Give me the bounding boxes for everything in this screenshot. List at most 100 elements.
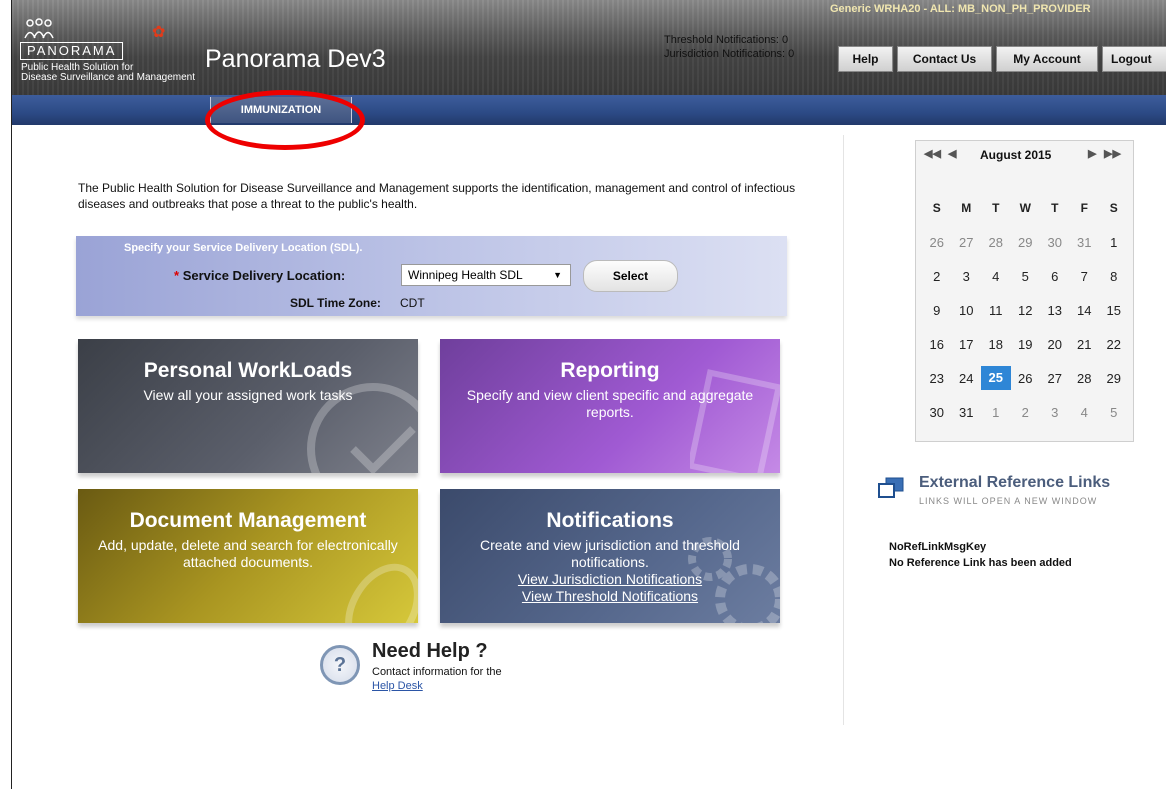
calendar-day[interactable]: 29 [1099, 371, 1129, 386]
calendar-day[interactable]: 20 [1040, 337, 1070, 352]
sdl-dropdown[interactable]: Winnipeg Health SDL ▼ [401, 264, 571, 286]
dow-tue: T [992, 201, 1000, 215]
sdl-panel: Specify your Service Delivery Location (… [76, 236, 787, 316]
calendar-week-row: 2345678 [922, 259, 1129, 293]
sdl-label: * Service Delivery Location: [174, 268, 345, 283]
calendar-day[interactable]: 31 [1070, 235, 1100, 250]
calendar-day[interactable]: 1 [1099, 235, 1129, 250]
jurisdiction-notifications-count[interactable]: Jurisdiction Notifications: 0 [664, 48, 794, 60]
help-question-icon[interactable]: ? [320, 645, 360, 685]
calendar-day[interactable]: 16 [922, 337, 952, 352]
people-logo-icon [24, 18, 54, 44]
calendar-day[interactable]: 31 [952, 405, 982, 420]
calendar-week-row: 30 31 1 2 3 4 5 [922, 395, 1129, 429]
calendar-month-title: August 2015 [980, 148, 1052, 162]
external-links-subtitle: LINKS WILL OPEN A NEW WINDOW [919, 496, 1098, 506]
calendar-day[interactable]: 4 [981, 269, 1011, 284]
calendar-day[interactable]: 23 [922, 371, 952, 386]
calendar-day[interactable]: 26 [922, 235, 952, 250]
tz-label: SDL Time Zone: [290, 296, 381, 310]
dow-thu: T [1051, 201, 1059, 215]
calendar-day[interactable]: 28 [1070, 371, 1100, 386]
app-frame: ✿ PANORAMA Public Health Solution for Di… [11, 0, 1166, 789]
calendar-day[interactable]: 5 [1011, 269, 1041, 284]
calendar-day[interactable]: 14 [1070, 303, 1100, 318]
next-year-icon[interactable]: ▶▶ [1104, 147, 1121, 160]
calendar-day[interactable]: 30 [922, 405, 952, 420]
calendar-widget: ◀◀ ◀ August 2015 ▶ ▶▶ S M T W T F S 26 27… [915, 140, 1134, 442]
calendar-day[interactable]: 12 [1011, 303, 1041, 318]
calendar-day[interactable]: 26 [1011, 371, 1041, 386]
calendar-day[interactable]: 2 [1011, 405, 1041, 420]
tile-document-management[interactable]: Document Management Add, update, delete … [78, 489, 418, 623]
calendar-day[interactable]: 8 [1099, 269, 1129, 284]
external-window-icon [878, 477, 904, 498]
gears-icon [688, 537, 780, 623]
help-desk-link[interactable]: Help Desk [372, 680, 423, 692]
calendar-day[interactable]: 10 [952, 303, 982, 318]
logo-tagline-line2: Disease Surveillance and Management [21, 72, 195, 83]
ref-link-key: NoRefLinkMsgKey [889, 541, 987, 553]
calendar-day[interactable]: 29 [1011, 235, 1041, 250]
calendar-week-row: 23 24 25 26 27 28 29 [922, 361, 1129, 395]
calendar-day[interactable]: 15 [1099, 303, 1129, 318]
calendar-day[interactable]: 13 [1040, 303, 1070, 318]
dow-mon: M [961, 201, 972, 215]
report-document-icon [690, 369, 780, 473]
clock-icon [307, 383, 418, 473]
calendar-day[interactable]: 19 [1011, 337, 1041, 352]
calendar-day[interactable]: 24 [952, 371, 982, 386]
dow-sat: S [1109, 201, 1118, 215]
logo-wordmark: PANORAMA [20, 42, 124, 60]
sdl-prompt: Specify your Service Delivery Location (… [124, 242, 363, 254]
tile-personal-workloads[interactable]: Personal WorkLoads View all your assigne… [78, 339, 418, 473]
logout-button[interactable]: Logout [1102, 46, 1166, 72]
calendar-day[interactable]: 9 [922, 303, 952, 318]
calendar-day[interactable]: 4 [1070, 405, 1100, 420]
tile-notifications[interactable]: Notifications Create and view jurisdicti… [440, 489, 780, 623]
calendar-day[interactable]: 22 [1099, 337, 1129, 352]
calendar-day[interactable]: 30 [1040, 235, 1070, 250]
sdl-label-text: Service Delivery Location: [182, 268, 346, 283]
contact-us-button[interactable]: Contact Us [897, 46, 992, 72]
sdl-select-button[interactable]: Select [583, 260, 678, 292]
sdl-dropdown-value: Winnipeg Health SDL [408, 268, 523, 282]
calendar-day[interactable]: 17 [952, 337, 982, 352]
calendar-grid: S M T W T F S 26 27 28 29 30 31 1 2 3 4 5 6 7 8 9 10 11 1… [922, 191, 1129, 429]
help-contact-text: Contact information for the [372, 666, 502, 678]
app-title: Panorama Dev3 [205, 45, 386, 73]
calendar-day[interactable]: 3 [1040, 405, 1070, 420]
calendar-day[interactable]: 18 [981, 337, 1011, 352]
my-account-button[interactable]: My Account [996, 46, 1098, 72]
calendar-day[interactable]: 21 [1070, 337, 1100, 352]
logo-tagline: Public Health Solution for Disease Surve… [21, 63, 195, 83]
calendar-day[interactable]: 25 [981, 366, 1011, 390]
calendar-day[interactable]: 2 [922, 269, 952, 284]
prev-month-icon[interactable]: ◀ [948, 147, 956, 160]
dow-wed: W [1019, 201, 1031, 215]
external-links-title: External Reference Links [919, 474, 1111, 491]
next-month-icon[interactable]: ▶ [1088, 147, 1096, 160]
ref-link-message: No Reference Link has been added [889, 557, 1072, 569]
calendar-day[interactable]: 28 [981, 235, 1011, 250]
user-role-label: Generic WRHA20 - ALL: MB_NON_PH_PROVIDER [830, 3, 1091, 15]
calendar-day[interactable]: 27 [952, 235, 982, 250]
calendar-day[interactable]: 11 [981, 303, 1011, 318]
calendar-day[interactable]: 6 [1040, 269, 1070, 284]
calendar-week-row: 26 27 28 29 30 31 1 [922, 225, 1129, 259]
calendar-day[interactable]: 3 [952, 269, 982, 284]
calendar-day[interactable]: 5 [1099, 405, 1129, 420]
need-help-title: Need Help ? [372, 640, 488, 662]
help-button[interactable]: Help [838, 46, 893, 72]
tile-reporting[interactable]: Reporting Specify and view client specif… [440, 339, 780, 473]
dropdown-arrow-icon: ▼ [553, 270, 562, 280]
calendar-day[interactable]: 7 [1070, 269, 1100, 284]
calendar-day[interactable]: 1 [981, 405, 1011, 420]
calendar-day[interactable]: 27 [1040, 371, 1070, 386]
threshold-notifications-count[interactable]: Threshold Notifications: 0 [664, 34, 788, 46]
mouse-icon [345, 563, 418, 623]
calendar-weeks: 26 27 28 29 30 31 1 2 3 4 5 6 7 8 9 10 11 12 13 14 15 16 17 18 1… [922, 225, 1129, 429]
prev-year-icon[interactable]: ◀◀ [924, 147, 941, 160]
dow-fri: F [1080, 201, 1088, 215]
calendar-dow-row: S M T W T F S [922, 191, 1129, 225]
